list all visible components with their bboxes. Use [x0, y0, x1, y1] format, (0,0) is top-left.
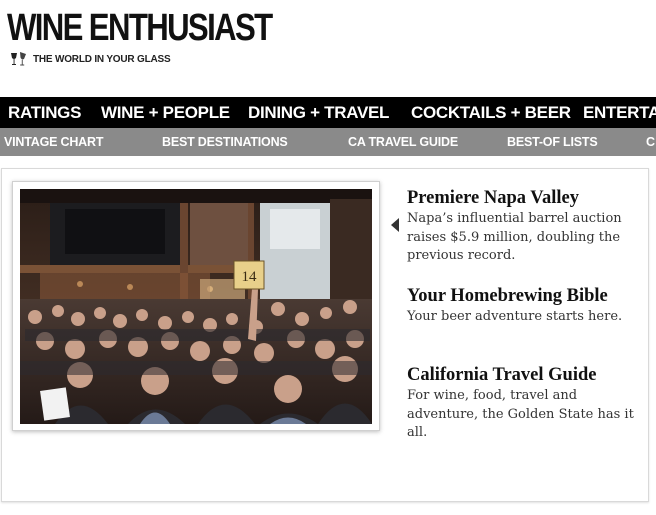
story-title[interactable]: California Travel Guide [407, 366, 642, 385]
subnav-best-of-lists[interactable]: BEST-OF LISTS [507, 135, 598, 149]
wine-glasses-icon [11, 52, 26, 66]
nav-entertaining[interactable]: ENTERTA [583, 103, 656, 123]
nav-cocktails-beer[interactable]: COCKTAILS + BEER [411, 103, 571, 123]
story-title[interactable]: Premiere Napa Valley [407, 189, 642, 208]
story-description: For wine, food, travel and adventure, th… [407, 388, 634, 440]
active-story-pointer-icon [391, 218, 399, 232]
nav-dining-travel[interactable]: DINING + TRAVEL [248, 103, 389, 123]
subnav-ca-travel-guide[interactable]: CA TRAVEL GUIDE [348, 135, 458, 149]
subnav-overflow[interactable]: C [646, 135, 655, 149]
story-item[interactable]: California Travel Guide For wine, food, … [407, 366, 642, 443]
nav-wine-people[interactable]: WINE + PEOPLE [101, 103, 230, 123]
story-description: Napa’s influential barrel auction raises… [407, 211, 622, 263]
logo-tagline: THE WORLD IN YOUR GLASS [33, 53, 171, 65]
hero-image-auction-crowd[interactable]: 14 [20, 189, 372, 424]
secondary-nav: VINTAGE CHART BEST DESTINATIONS CA TRAVE… [0, 128, 656, 156]
paddle-number: 14 [242, 269, 258, 285]
logo-wordmark: WINE ENTHUSIAST [7, 7, 273, 49]
story-description: Your beer adventure starts here. [407, 309, 623, 324]
subnav-best-destinations[interactable]: BEST DESTINATIONS [162, 135, 288, 149]
auction-crowd-photo: 14 [20, 189, 372, 424]
logo-tagline-row: THE WORLD IN YOUR GLASS [9, 51, 171, 67]
story-title[interactable]: Your Homebrewing Bible [407, 287, 642, 306]
primary-nav: RATINGS WINE + PEOPLE DINING + TRAVEL CO… [0, 97, 656, 128]
story-item[interactable]: Your Homebrewing Bible Your beer adventu… [407, 287, 642, 327]
story-item[interactable]: Premiere Napa Valley Napa’s influential … [407, 189, 642, 266]
subnav-vintage-chart[interactable]: VINTAGE CHART [4, 135, 103, 149]
nav-ratings[interactable]: RATINGS [8, 103, 81, 123]
site-logo[interactable]: WINE ENTHUSIAST THE WORLD IN YOUR GLASS [7, 7, 273, 68]
